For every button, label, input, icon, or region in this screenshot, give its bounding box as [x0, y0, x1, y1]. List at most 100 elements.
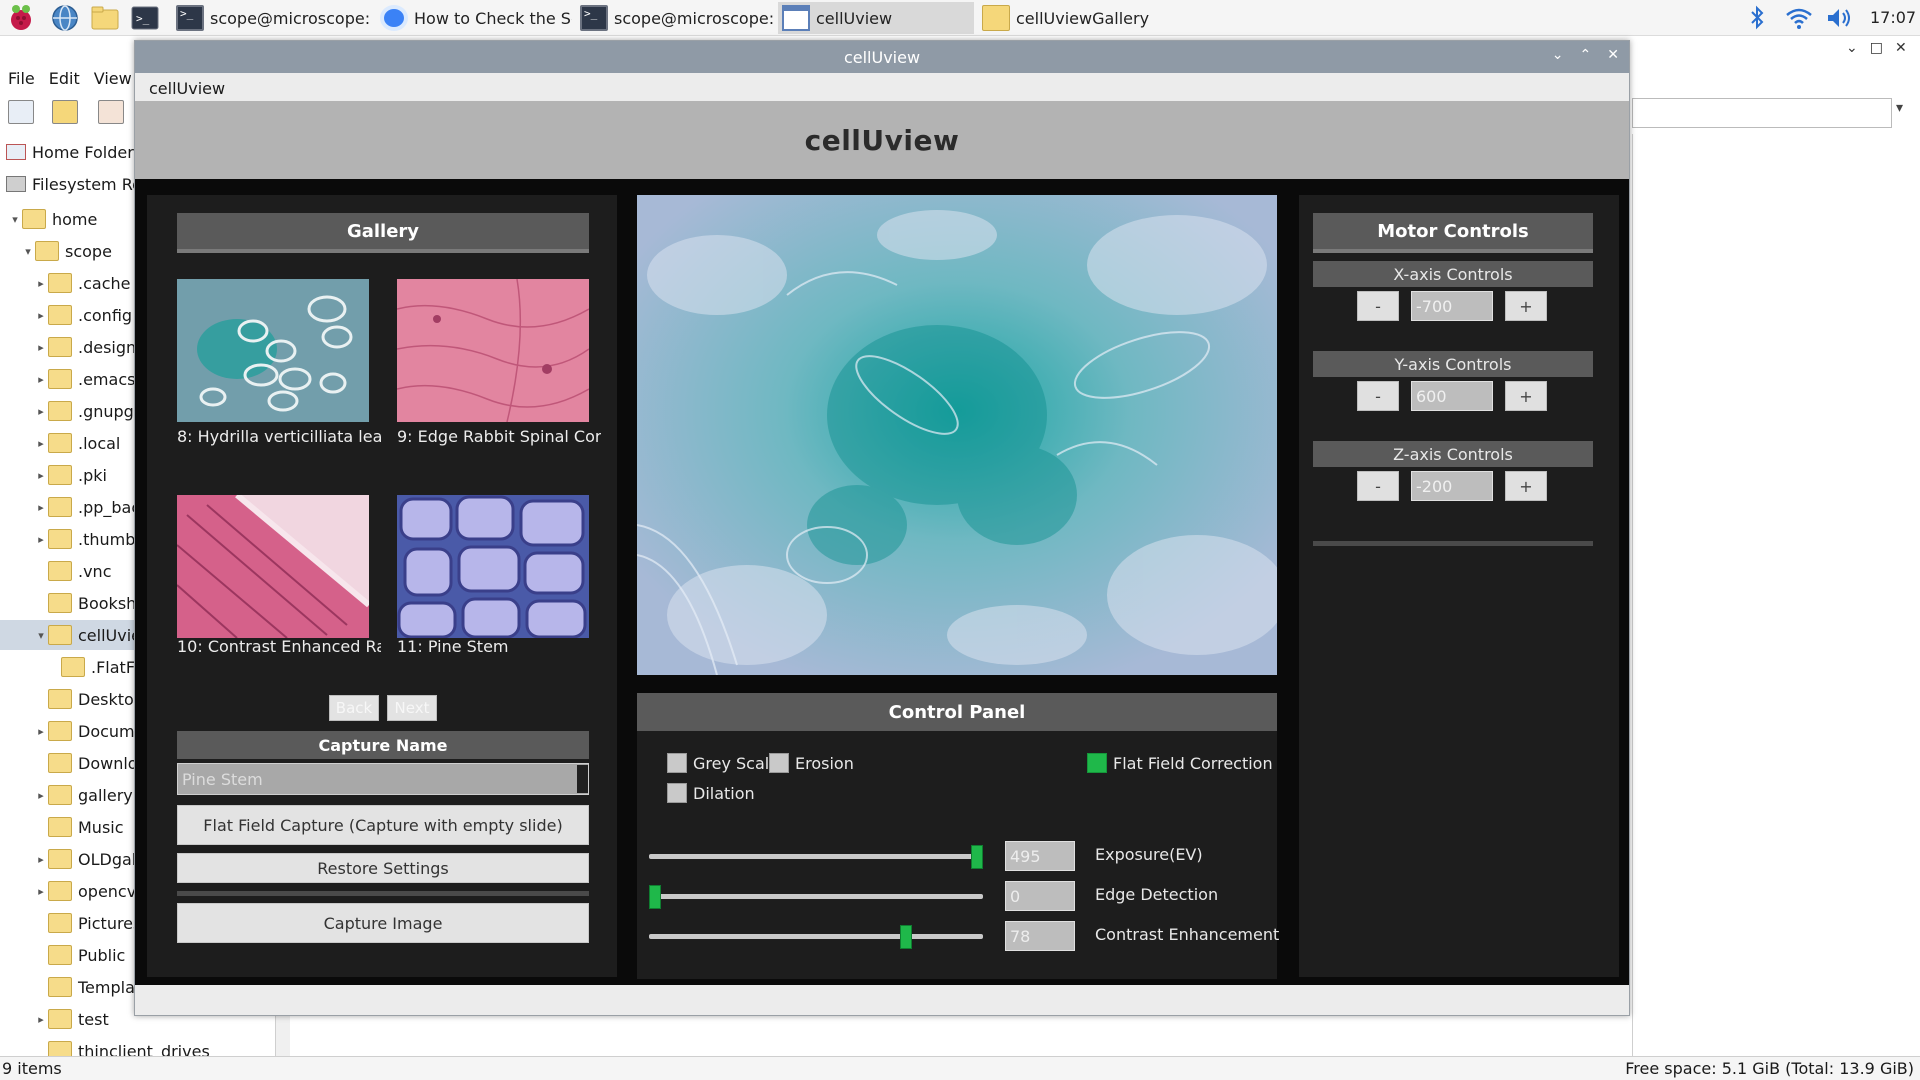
- y-axis-minus-button[interactable]: -: [1357, 381, 1399, 411]
- folder-icon: [48, 977, 72, 997]
- gallery-thumbnail-10[interactable]: [177, 495, 369, 638]
- expander-closed-icon[interactable]: ▸: [34, 309, 48, 322]
- x-axis-plus-button[interactable]: +: [1505, 291, 1547, 321]
- back-button[interactable]: Back: [329, 695, 379, 721]
- x-axis-minus-button[interactable]: -: [1357, 291, 1399, 321]
- x-axis-label: X-axis Controls: [1313, 261, 1593, 287]
- bluetooth-icon[interactable]: [1746, 3, 1768, 33]
- expander-open-icon[interactable]: ▾: [21, 245, 35, 258]
- gallery-thumbnail-11[interactable]: [397, 495, 589, 638]
- expander-closed-icon[interactable]: ▸: [34, 853, 48, 866]
- edge-detection-value[interactable]: 0: [1005, 881, 1075, 911]
- gallery-thumbnail-8[interactable]: [177, 279, 369, 422]
- erosion-checkbox[interactable]: Erosion: [769, 753, 854, 773]
- expander-closed-icon[interactable]: ▸: [34, 533, 48, 546]
- slider-handle[interactable]: [900, 925, 912, 949]
- gallery-thumbnail-9[interactable]: [397, 279, 589, 422]
- task-terminal-2[interactable]: scope@microscope: ~: [576, 2, 776, 34]
- x-axis-value[interactable]: -700: [1411, 291, 1493, 321]
- capture-image-button[interactable]: Capture Image: [177, 903, 589, 943]
- expander-closed-icon[interactable]: ▸: [34, 341, 48, 354]
- capture-name-input[interactable]: [177, 763, 589, 795]
- edge-detection-slider[interactable]: [649, 885, 983, 909]
- task-terminal-1[interactable]: scope@microscope: ...: [172, 2, 372, 34]
- contrast-enhancement-value[interactable]: 78: [1005, 921, 1075, 951]
- flat-field-capture-button[interactable]: Flat Field Capture (Capture with empty s…: [177, 805, 589, 845]
- minimize-icon[interactable]: ⌄: [1552, 47, 1564, 63]
- grey-scale-checkbox[interactable]: Grey Scal: [667, 753, 769, 773]
- slider-handle[interactable]: [649, 885, 661, 909]
- maximize-icon[interactable]: ⌃: [1580, 47, 1592, 63]
- maximize-icon[interactable]: □: [1870, 40, 1883, 56]
- minimize-icon[interactable]: ⌄: [1846, 40, 1858, 56]
- file-list[interactable]: [1632, 134, 1920, 1056]
- task-label: scope@microscope: ~: [614, 8, 776, 28]
- new-folder-icon[interactable]: [52, 100, 78, 124]
- exposure-value[interactable]: 495: [1005, 841, 1075, 871]
- expander-closed-icon[interactable]: ▸: [34, 501, 48, 514]
- tree-scrollbar[interactable]: [276, 1016, 290, 1056]
- capture-name-spinner[interactable]: [577, 765, 588, 793]
- place-filesystem-root[interactable]: Filesystem Root: [0, 168, 136, 200]
- new-window-icon[interactable]: [8, 100, 34, 124]
- globe-browser-icon[interactable]: [50, 3, 80, 33]
- path-bar[interactable]: [1632, 98, 1892, 128]
- y-axis-value[interactable]: 600: [1411, 381, 1493, 411]
- expander-closed-icon[interactable]: ▸: [34, 437, 48, 450]
- restore-settings-button[interactable]: Restore Settings: [177, 853, 589, 883]
- folder-icon: [48, 785, 72, 805]
- window-titlebar[interactable]: cellUview ⌄ ⌃ ✕: [135, 41, 1629, 73]
- place-home-folder[interactable]: Home Folder: [0, 136, 136, 168]
- folder-icon: [48, 497, 72, 517]
- tree-item-label: home: [52, 209, 98, 229]
- expander-closed-icon[interactable]: ▸: [34, 277, 48, 290]
- path-dropdown-icon[interactable]: ▾: [1896, 100, 1903, 116]
- tree-item-label: opencv: [78, 881, 137, 901]
- folder-icon: [48, 593, 72, 613]
- z-axis-minus-button[interactable]: -: [1357, 471, 1399, 501]
- gallery-caption-10: 10: Contrast Enhanced Rabbit: [177, 637, 381, 656]
- raspberry-menu-icon[interactable]: [6, 3, 36, 33]
- expander-open-icon[interactable]: ▾: [8, 213, 22, 226]
- task-celluview-gallery[interactable]: cellUviewGallery: [978, 2, 1174, 34]
- menu-file[interactable]: File: [8, 69, 35, 88]
- expander-closed-icon[interactable]: ▸: [34, 373, 48, 386]
- y-axis-plus-button[interactable]: +: [1505, 381, 1547, 411]
- volume-icon[interactable]: [1824, 3, 1854, 33]
- place-label: Home Folder: [32, 142, 134, 162]
- expander-closed-icon[interactable]: ▸: [34, 469, 48, 482]
- slider-handle[interactable]: [971, 845, 983, 869]
- tree-item-label: scope: [65, 241, 112, 261]
- contrast-enhancement-slider[interactable]: [649, 925, 983, 949]
- view-mode-icon[interactable]: [98, 100, 124, 124]
- close-icon[interactable]: ✕: [1607, 47, 1619, 63]
- wifi-icon[interactable]: [1784, 3, 1814, 33]
- task-celluview[interactable]: cellUview: [778, 2, 974, 34]
- dilation-checkbox[interactable]: Dilation: [667, 783, 755, 803]
- control-panel: Control Panel Grey Scal Erosion Dilation…: [637, 693, 1280, 979]
- expander-closed-icon[interactable]: ▸: [34, 725, 48, 738]
- file-manager-icon[interactable]: [90, 3, 120, 33]
- exposure-slider[interactable]: [649, 845, 983, 869]
- expander-closed-icon[interactable]: ▸: [34, 789, 48, 802]
- expander-closed-icon[interactable]: ▸: [34, 1013, 48, 1026]
- expander-closed-icon[interactable]: ▸: [34, 405, 48, 418]
- task-label: cellUviewGallery: [1016, 8, 1150, 28]
- expander-closed-icon[interactable]: ▸: [34, 885, 48, 898]
- checkbox-box: [667, 783, 687, 803]
- flat-field-correction-checkbox[interactable]: Flat Field Correction: [1087, 753, 1273, 773]
- contrast-enhancement-label: Contrast Enhancement: [1095, 925, 1280, 944]
- tree-item[interactable]: thinclient_drives: [0, 1036, 275, 1056]
- tree-item-label: .gnupg: [78, 401, 134, 421]
- menu-view[interactable]: View: [94, 69, 132, 88]
- close-icon[interactable]: ✕: [1895, 40, 1907, 56]
- expander-open-icon[interactable]: ▾: [34, 629, 48, 642]
- z-axis-plus-button[interactable]: +: [1505, 471, 1547, 501]
- next-button[interactable]: Next: [387, 695, 437, 721]
- microscope-image: [637, 195, 1277, 675]
- task-chromium[interactable]: How to Check the Sof...: [376, 2, 572, 34]
- menu-edit[interactable]: Edit: [49, 69, 80, 88]
- z-axis-value[interactable]: -200: [1411, 471, 1493, 501]
- folder-icon: [48, 1009, 72, 1029]
- terminal-launcher-icon[interactable]: >_: [130, 3, 160, 33]
